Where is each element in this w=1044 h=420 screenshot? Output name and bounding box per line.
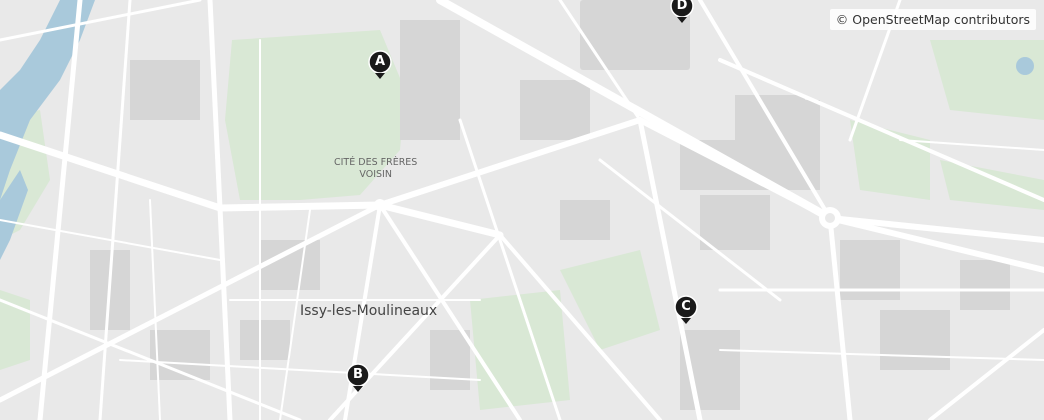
marker-label: A xyxy=(374,54,386,69)
place-label-district: CITÉ DES FRÈRES VOISIN xyxy=(334,157,417,181)
marker-label: C xyxy=(681,299,691,314)
marker-label: B xyxy=(353,367,363,382)
district-label-line2: VOISIN xyxy=(359,169,392,180)
place-label-town: Issy-les-Moulineaux xyxy=(300,303,438,319)
map-marker-d[interactable]: D xyxy=(669,0,695,25)
map-view[interactable]: Issy-les-Moulineaux CITÉ DES FRÈRES VOIS… xyxy=(0,0,1044,420)
map-attribution[interactable]: © OpenStreetMap contributors xyxy=(829,9,1036,30)
marker-label: D xyxy=(676,0,688,13)
district-label-line1: CITÉ DES FRÈRES xyxy=(334,157,418,168)
map-marker-b[interactable]: B xyxy=(345,362,371,394)
roundabout-center xyxy=(825,213,835,223)
map-marker-c[interactable]: C xyxy=(673,294,699,326)
map-base-layer xyxy=(0,0,1044,420)
map-marker-a[interactable]: A xyxy=(367,49,393,81)
